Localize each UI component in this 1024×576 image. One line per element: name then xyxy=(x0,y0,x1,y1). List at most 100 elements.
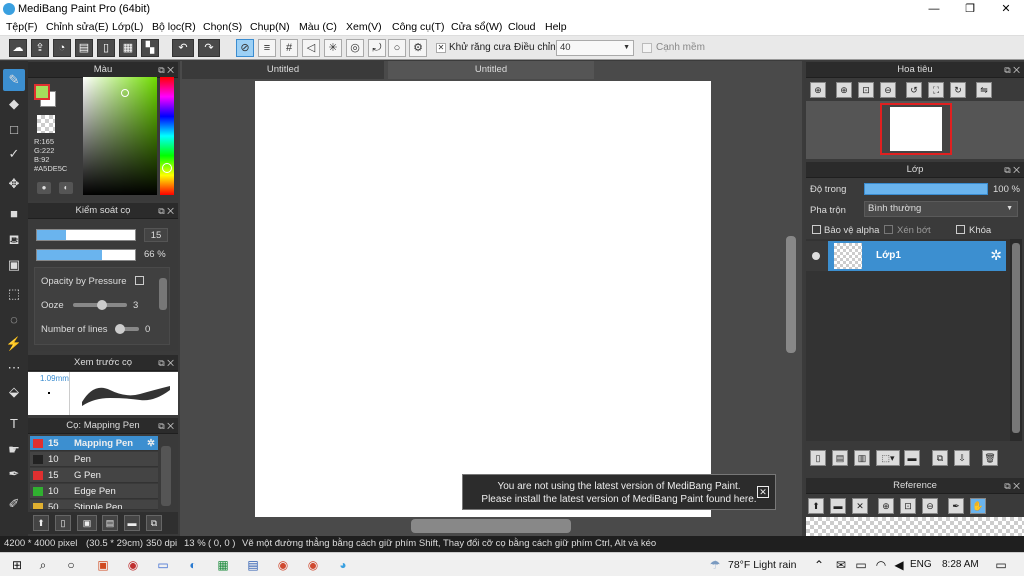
circle-snap-icon[interactable]: ◎ xyxy=(346,39,364,57)
page-icon[interactable]: ▯ xyxy=(97,39,115,57)
swatches-icon[interactable]: ◐ xyxy=(59,182,73,194)
layer-scrollbar[interactable] xyxy=(1012,243,1020,433)
weather-text[interactable]: 78°F Light rain xyxy=(728,559,796,571)
layer-row-selected[interactable]: Lớp1 ✲ xyxy=(828,241,1006,271)
move-tool-icon[interactable]: ✥ xyxy=(3,173,25,195)
bucket-tool-icon[interactable]: ⛾ xyxy=(3,229,25,251)
rectangle-tool-icon[interactable]: □ xyxy=(3,119,25,141)
protect-alpha-checkbox[interactable] xyxy=(812,225,821,234)
ellipse-snap-icon[interactable]: ○ xyxy=(388,39,406,57)
zoom-out-icon[interactable]: ⊖ xyxy=(880,82,896,98)
menu-view[interactable]: Xem(V) xyxy=(346,21,382,33)
menu-filter[interactable]: Bộ lọc(R) xyxy=(152,21,196,33)
chrome-icon-2[interactable]: ◉ xyxy=(304,556,322,574)
undo-icon[interactable]: ↶ xyxy=(172,39,194,57)
chevron-up-icon[interactable]: ⌃ xyxy=(810,556,828,574)
trash-icon[interactable]: 🗑 xyxy=(982,450,998,466)
hue-slider[interactable] xyxy=(160,77,174,195)
minimize-button[interactable]: — xyxy=(916,0,952,18)
select-tool-icon[interactable]: ⬚ xyxy=(3,283,25,305)
menu-window[interactable]: Cửa sổ(W) xyxy=(451,21,502,33)
palette-icon[interactable]: ● xyxy=(37,182,51,194)
correction-select[interactable]: 40 ▼ xyxy=(556,40,634,56)
new-layer-1bit-icon[interactable]: ▥ xyxy=(854,450,870,466)
eyedropper-tool-icon[interactable]: ✒ xyxy=(3,463,25,485)
app-red-icon[interactable]: ◉ xyxy=(124,556,142,574)
flip-icon[interactable]: ⇋ xyxy=(976,82,992,98)
brush-new-icon[interactable]: ▯ xyxy=(55,515,71,531)
magic-wand-icon[interactable]: ⚡ xyxy=(3,333,25,355)
perspective-snap-icon[interactable]: ◁ xyxy=(302,39,320,57)
word-icon[interactable]: ▤ xyxy=(244,556,262,574)
panel-close-icon[interactable]: ⧉ ✕ xyxy=(158,355,174,371)
fit-icon[interactable]: ⊡ xyxy=(858,82,874,98)
add-layer-menu-icon[interactable]: ⬚▾ xyxy=(876,450,900,466)
parallel-snap-icon[interactable]: ≡ xyxy=(258,39,276,57)
radial-snap-icon[interactable]: ✳ xyxy=(324,39,342,57)
brush-item-edge-pen[interactable]: 10 Edge Pen xyxy=(30,484,158,499)
brush-item-pen[interactable]: 10 Pen xyxy=(30,452,158,467)
cloud-icon[interactable]: ☁ xyxy=(9,39,27,57)
volume-icon[interactable]: ◀ xyxy=(890,556,908,574)
chat-icon[interactable]: ▤ xyxy=(75,39,93,57)
foreground-color-swatch[interactable] xyxy=(34,84,50,100)
ref-hand-icon[interactable]: ✋ xyxy=(970,498,986,514)
language-indicator[interactable]: ENG xyxy=(910,559,932,570)
rotate-right-icon[interactable]: ↻ xyxy=(950,82,966,98)
layer-opacity-slider[interactable] xyxy=(864,183,988,195)
menu-layer[interactable]: Lớp(L) xyxy=(112,21,143,33)
panel-close-icon[interactable]: ⧉ ✕ xyxy=(1004,62,1020,78)
antialias-checkbox[interactable]: ✕ xyxy=(436,43,446,53)
brush-menu-icon[interactable]: ▣ xyxy=(77,515,97,531)
brush-item-g-pen[interactable]: 15 G Pen xyxy=(30,468,158,483)
hand-tool-icon[interactable]: ✐ xyxy=(3,493,25,515)
ref-zoom-out-icon[interactable]: ⊖ xyxy=(922,498,938,514)
duplicate-layer-icon[interactable]: ⧉ xyxy=(932,450,948,466)
lines-slider[interactable] xyxy=(115,324,139,334)
panel-close-icon[interactable]: ⧉ ✕ xyxy=(1004,478,1020,494)
panel-close-icon[interactable]: ⧉ ✕ xyxy=(1004,162,1020,178)
hue-cursor[interactable] xyxy=(162,163,172,173)
transparent-swatch[interactable] xyxy=(37,115,55,133)
select-eraser-icon[interactable]: ⬙ xyxy=(3,381,25,403)
text-tool-icon[interactable]: T xyxy=(3,413,25,435)
tab-untitled-2[interactable]: Untitled xyxy=(388,61,594,79)
line-tool-icon[interactable]: ✓ xyxy=(3,143,25,165)
maximize-button[interactable]: ❐ xyxy=(952,0,988,18)
eraser-tool-icon[interactable]: ◆ xyxy=(3,93,25,115)
brush-duplicate-icon[interactable]: ⧉ xyxy=(146,515,162,531)
eye-icon[interactable] xyxy=(812,252,820,260)
navigator-preview[interactable] xyxy=(806,101,1024,159)
menu-capture[interactable]: Chụp(N) xyxy=(250,21,290,33)
zoom-plus-icon[interactable]: ⊕ xyxy=(836,82,852,98)
navigator-viewport[interactable] xyxy=(880,103,952,155)
gradient-tool-icon[interactable]: ▣ xyxy=(3,254,25,276)
color-picker-cursor[interactable] xyxy=(121,89,129,97)
ooze-slider[interactable] xyxy=(73,300,127,310)
blend-mode-select[interactable]: Bình thường ▼ xyxy=(864,201,1018,217)
zoom-in-icon[interactable]: ⊕ xyxy=(810,82,826,98)
ooze-slider-knob[interactable] xyxy=(97,300,107,310)
edge-icon[interactable]: ◐ xyxy=(184,556,202,574)
fullscreen-icon[interactable]: ⛶ xyxy=(928,82,944,98)
brush-folder-icon[interactable]: ▬ xyxy=(124,515,140,531)
grid-icon[interactable]: ▚ xyxy=(141,39,159,57)
network-icon[interactable]: ▭ xyxy=(852,556,870,574)
panel-icon[interactable]: ▦ xyxy=(119,39,137,57)
ref-fit-icon[interactable]: ⊡ xyxy=(900,498,916,514)
new-layer-icon[interactable]: ▯ xyxy=(810,450,826,466)
search-icon[interactable]: ⌕ xyxy=(34,556,52,574)
windows-start-icon[interactable]: ⊞ xyxy=(8,556,26,574)
saturation-value-picker[interactable] xyxy=(83,77,157,195)
ref-close-icon[interactable]: ✕ xyxy=(852,498,868,514)
brush-size-value[interactable]: 15 xyxy=(144,228,168,242)
lines-slider-knob[interactable] xyxy=(115,324,125,334)
update-notification[interactable]: You are not using the latest version of … xyxy=(462,474,776,510)
brush-item-mapping-pen[interactable]: 15 Mapping Pen ✲ xyxy=(30,436,158,451)
close-button[interactable]: ✕ xyxy=(988,0,1024,18)
layer-visibility[interactable] xyxy=(806,241,828,271)
operation-tool-icon[interactable]: ☛ xyxy=(3,439,25,461)
settings-snap-icon[interactable]: ⚙ xyxy=(409,39,427,57)
ref-zoom-in-icon[interactable]: ⊕ xyxy=(878,498,894,514)
panel-close-icon[interactable]: ⧉ ✕ xyxy=(158,62,174,78)
